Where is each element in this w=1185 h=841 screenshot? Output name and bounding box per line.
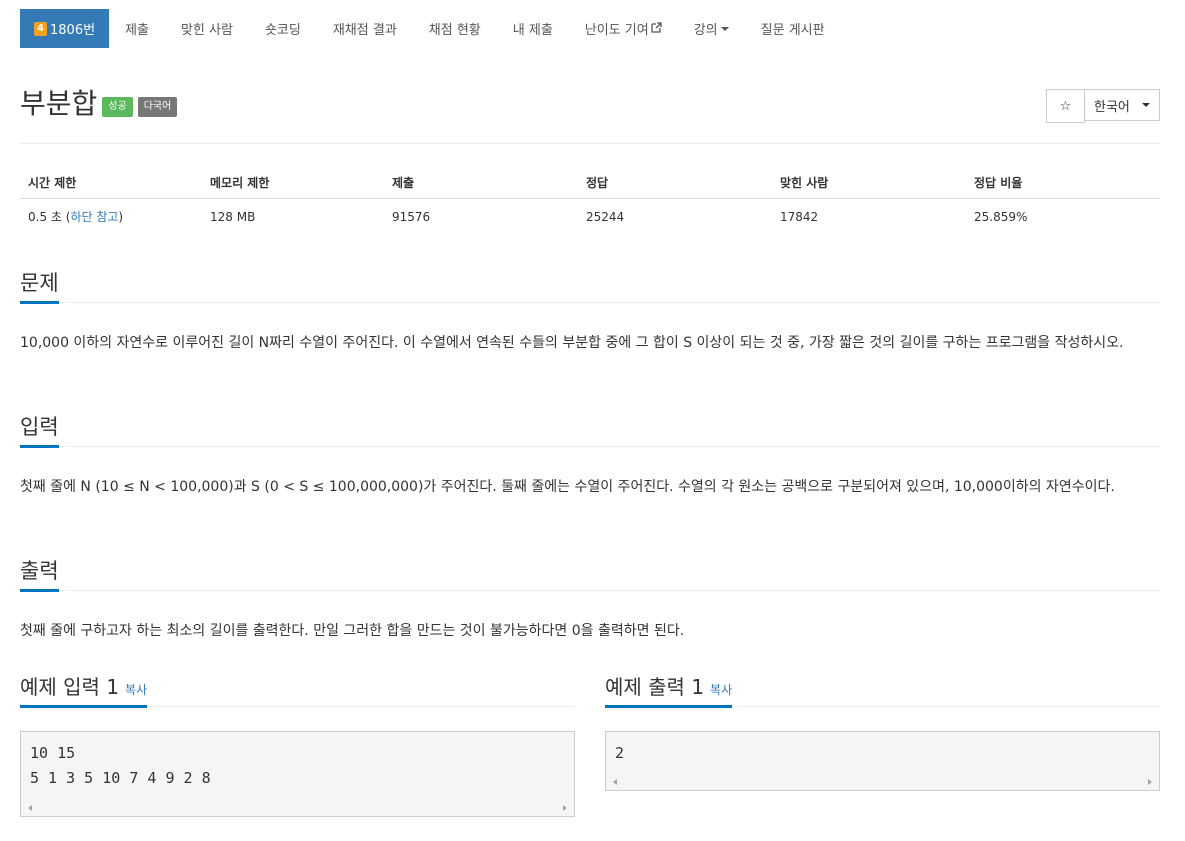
tab-status[interactable]: 채점 현황 <box>413 9 497 48</box>
tab-lectures[interactable]: 강의 <box>678 9 745 48</box>
accepted-value: 25244 <box>586 209 625 224</box>
sample-output-header: 예제 출력 1 복사 <box>605 669 1160 708</box>
time-limit-note-link[interactable]: 하단 참고 <box>70 210 118 224</box>
ratio-value: 25.859% <box>974 209 1028 224</box>
submissions-value: 91576 <box>392 209 431 224</box>
success-badge: 성공 <box>102 97 133 117</box>
lectures-label: 강의 <box>693 23 718 38</box>
language-label: 한국어 <box>1094 99 1130 115</box>
header-accepted: 정답 <box>578 166 772 199</box>
memory-limit-value: 128 MB <box>210 209 256 224</box>
external-link-icon <box>649 21 662 36</box>
caret-down-icon <box>720 26 729 31</box>
header-submissions: 제출 <box>384 166 578 199</box>
title-divider <box>20 143 1160 144</box>
tab-rejudge-results[interactable]: 재채점 결과 <box>317 9 413 48</box>
time-limit-close: ) <box>118 210 124 224</box>
sample-input-header: 예제 입력 1 복사 <box>20 669 575 708</box>
sample-input-title-text: 예제 입력 1 <box>20 675 120 699</box>
output-section-header: 출력 <box>20 553 1160 592</box>
output-section-title: 출력 <box>20 553 59 592</box>
tab-solvers[interactable]: 맞힌 사람 <box>165 9 249 48</box>
problem-section-header: 문제 <box>20 265 1160 304</box>
problem-number-label: 1806번 <box>50 23 96 38</box>
input-section-header: 입력 <box>20 409 1160 448</box>
header-memory-limit: 메모리 제한 <box>202 166 384 199</box>
problem-number-tab[interactable]: 4 1806번 <box>20 9 110 48</box>
scroll-right-icon[interactable] <box>1148 779 1152 785</box>
title-actions: ☆ 한국어 <box>1046 89 1160 123</box>
tab-short-coding[interactable]: 숏코딩 <box>249 9 317 48</box>
scroll-left-icon[interactable] <box>613 779 617 785</box>
sample-input-text: 10 15 5 1 3 5 10 7 4 9 2 8 <box>30 744 211 787</box>
sample-input-title: 예제 입력 1 복사 <box>20 669 148 708</box>
input-description: 첫째 줄에 N (10 ≤ N < 100,000)과 S (0 < S ≤ 1… <box>20 479 1115 495</box>
tab-submit[interactable]: 제출 <box>109 9 165 48</box>
star-icon: ☆ <box>1059 98 1072 114</box>
time-limit-text: 0.5 초 ( <box>28 210 71 224</box>
tier-icon: 4 <box>34 21 47 36</box>
difficulty-contribution-label: 난이도 기여 <box>584 23 649 38</box>
sample-output-text: 2 <box>615 744 625 762</box>
scroll-left-icon[interactable] <box>28 805 32 811</box>
horizontal-scrollbar[interactable] <box>606 774 1159 790</box>
header-solvers: 맞힌 사람 <box>772 166 966 199</box>
tab-question-board[interactable]: 질문 게시판 <box>745 9 841 48</box>
copy-sample-input-button[interactable]: 복사 <box>125 683 147 697</box>
scroll-right-icon[interactable] <box>563 805 567 811</box>
solvers-value: 17842 <box>780 209 819 224</box>
problem-description: 10,000 이하의 자연수로 이루어진 길이 N짜리 수열이 주어진다. 이 … <box>20 335 1124 351</box>
sample-input-box[interactable]: 10 15 5 1 3 5 10 7 4 9 2 8 <box>20 731 575 817</box>
language-dropdown[interactable]: 한국어 <box>1085 89 1160 121</box>
input-section-title: 입력 <box>20 409 59 448</box>
header-ratio: 정답 비율 <box>966 166 1160 199</box>
title-row: 부분합 성공 다국어 <box>20 84 178 124</box>
horizontal-scrollbar[interactable] <box>21 800 574 816</box>
tab-difficulty-contribution[interactable]: 난이도 기여 <box>569 9 678 48</box>
problem-info-table: 시간 제한 메모리 제한 제출 정답 맞힌 사람 정답 비율 0.5 초 (하단… <box>20 166 1160 234</box>
sample-output-box[interactable]: 2 <box>605 731 1160 791</box>
problem-section-title: 문제 <box>20 265 59 304</box>
time-limit-value: 0.5 초 (하단 참고) <box>20 199 202 235</box>
header-time-limit: 시간 제한 <box>20 166 202 199</box>
sample-output-title: 예제 출력 1 복사 <box>605 669 733 708</box>
star-button[interactable]: ☆ <box>1046 89 1085 123</box>
copy-sample-output-button[interactable]: 복사 <box>710 683 732 697</box>
problem-menu: 4 1806번 제출 맞힌 사람 숏코딩 재채점 결과 채점 현황 내 제출 난… <box>20 9 841 48</box>
info-header-row: 시간 제한 메모리 제한 제출 정답 맞힌 사람 정답 비율 <box>20 166 1160 199</box>
multilingual-badge: 다국어 <box>137 97 178 117</box>
sample-output-title-text: 예제 출력 1 <box>605 675 705 699</box>
output-description: 첫째 줄에 구하고자 하는 최소의 길이를 출력한다. 만일 그러한 합을 만드… <box>20 623 685 639</box>
problem-title: 부분합 <box>20 87 98 120</box>
tab-my-submissions[interactable]: 내 제출 <box>497 9 569 48</box>
caret-down-icon <box>1141 103 1150 107</box>
info-value-row: 0.5 초 (하단 참고) 128 MB 91576 25244 17842 2… <box>20 199 1160 235</box>
